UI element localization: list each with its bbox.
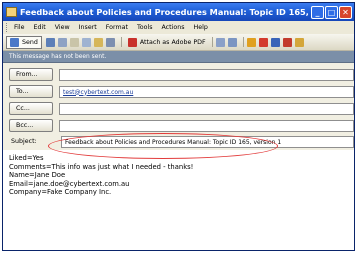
minimize-icon[interactable]: _ — [311, 5, 324, 19]
toolbar-separator — [120, 37, 122, 47]
send-mail-icon — [10, 37, 19, 47]
body-line-company: Company=Fake Company Inc. — [9, 188, 112, 197]
bcc-button[interactable]: Bcc... — [9, 119, 53, 132]
menu-tools[interactable]: Tools — [137, 24, 153, 31]
toolbar-separator — [211, 37, 213, 47]
menu-insert[interactable]: Insert — [79, 24, 97, 31]
to-button[interactable]: To... — [9, 85, 53, 98]
body-line-name: Name=Jane Doe — [9, 171, 66, 180]
bcc-row: Bcc... — [9, 117, 354, 134]
cc-row: Cc... — [9, 100, 354, 117]
standard-toolbar: Send Attach as Adobe PDF — [3, 34, 354, 51]
menu-file[interactable]: File — [14, 24, 25, 31]
cut-icon[interactable] — [69, 37, 79, 47]
menu-edit[interactable]: Edit — [34, 24, 46, 31]
menu-view[interactable]: View — [55, 24, 70, 31]
to-row: To... test@cybertext.com.au — [9, 83, 354, 100]
cc-field[interactable] — [59, 102, 354, 115]
from-button[interactable]: From... — [9, 68, 53, 81]
print-icon[interactable] — [57, 37, 67, 47]
menu-format[interactable]: Format — [106, 24, 128, 31]
attach-icon[interactable] — [105, 37, 115, 47]
attach-pdf-label: Attach as Adobe PDF — [139, 38, 206, 46]
grip-icon — [6, 23, 10, 32]
to-field[interactable]: test@cybertext.com.au — [59, 85, 354, 98]
low-importance-icon[interactable] — [270, 37, 280, 47]
bcc-field[interactable] — [59, 119, 354, 132]
menu-help[interactable]: Help — [194, 24, 208, 31]
options-button-icon[interactable] — [294, 37, 304, 47]
menu-bar: File Edit View Insert Format Tools Actio… — [3, 21, 354, 34]
from-row: From... — [9, 66, 354, 83]
window-controls: _ □ ✕ — [311, 5, 352, 19]
body-line-email: Email=jane.doe@cybertext.com.au — [9, 179, 130, 188]
high-importance-icon[interactable] — [258, 37, 268, 47]
subject-highlight-ellipse — [48, 133, 278, 159]
adobe-pdf-icon — [127, 37, 137, 47]
envelope-icon — [6, 7, 17, 17]
send-button[interactable]: Send — [6, 35, 42, 49]
toolbar-separator — [242, 37, 244, 47]
paste-icon[interactable] — [93, 37, 103, 47]
from-field[interactable] — [59, 68, 354, 81]
check-names-icon[interactable] — [227, 37, 237, 47]
info-bar: This message has not been sent. — [3, 51, 354, 63]
flag-icon[interactable] — [282, 37, 292, 47]
title-bar: Feedback about Policies and Procedures M… — [3, 3, 354, 21]
email-compose-window: Feedback about Policies and Procedures M… — [2, 2, 355, 251]
options-icon[interactable] — [246, 37, 256, 47]
close-icon[interactable]: ✕ — [339, 5, 352, 19]
window-title: Feedback about Policies and Procedures M… — [20, 7, 311, 17]
attach-pdf-button[interactable]: Attach as Adobe PDF — [127, 37, 206, 47]
maximize-icon[interactable]: □ — [325, 5, 338, 19]
address-book-icon[interactable] — [215, 37, 225, 47]
cc-button[interactable]: Cc... — [9, 102, 53, 115]
body-line-comments: Comments=This info was just what I neede… — [9, 162, 194, 171]
send-label: Send — [22, 38, 38, 46]
save-icon[interactable] — [45, 37, 55, 47]
menu-actions[interactable]: Actions — [161, 24, 184, 31]
copy-icon[interactable] — [81, 37, 91, 47]
